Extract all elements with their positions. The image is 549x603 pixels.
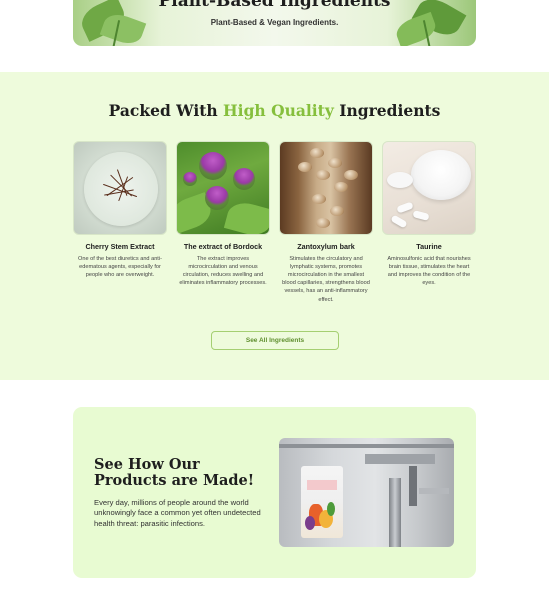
bark-knob bbox=[316, 218, 330, 228]
ingredient-description: One of the best diuretics and anti-edema… bbox=[78, 256, 162, 279]
product-pouch bbox=[301, 466, 343, 538]
dish-shape bbox=[84, 152, 158, 226]
ingredient-card: Taurine Aminosulfonic acid that nourishe… bbox=[382, 141, 476, 287]
bark-knob bbox=[330, 206, 344, 216]
see-all-ingredients-button[interactable]: See All Ingredients bbox=[211, 331, 339, 350]
bark-knob bbox=[344, 170, 358, 180]
leaf-shape bbox=[223, 198, 269, 234]
hero-subtitle: Plant-Based & Vegan Ingredients. bbox=[210, 18, 339, 27]
hero-banner: Plant-Based Ingredients Plant-Based & Ve… bbox=[73, 0, 476, 46]
machine-part bbox=[365, 454, 435, 464]
bark-knob bbox=[298, 162, 312, 172]
ingredient-name: Zantoxylum bark bbox=[297, 242, 355, 251]
heading-text: Packed With bbox=[108, 101, 224, 120]
machine-part bbox=[409, 466, 417, 506]
capsule-shape bbox=[412, 210, 430, 221]
ingredient-card: Zantoxylum bark Stimulates the circulato… bbox=[279, 141, 373, 304]
ingredients-heading: Packed With High Quality Ingredients bbox=[0, 101, 549, 120]
ingredient-description: The extract improves microcirculation an… bbox=[179, 256, 267, 287]
production-line-photo bbox=[279, 438, 454, 547]
cherry-stems-photo bbox=[73, 141, 167, 235]
products-made-card: See How Our Products are Made! Every day… bbox=[73, 407, 476, 578]
capsule-shape bbox=[396, 201, 414, 214]
ingredient-name: Taurine bbox=[416, 242, 442, 251]
flower-shape bbox=[199, 152, 227, 180]
machine-nozzle bbox=[389, 478, 401, 547]
bark-knob bbox=[312, 194, 326, 204]
bowl-shape bbox=[411, 150, 471, 200]
pouch-art bbox=[305, 516, 315, 530]
machine-part bbox=[279, 444, 454, 448]
products-made-text: Every day, millions of people around the… bbox=[94, 498, 261, 528]
ingredient-name: The extract of Bordock bbox=[183, 242, 263, 251]
capsule-shape bbox=[390, 214, 408, 229]
ingredient-card: Cherry Stem Extract One of the best diur… bbox=[73, 141, 167, 279]
products-made-title: See How Our Products are Made! bbox=[94, 456, 255, 490]
flower-shape bbox=[233, 168, 255, 190]
ingredients-section: Packed With High Quality Ingredients Che… bbox=[0, 72, 549, 380]
heading-highlight: High Quality bbox=[223, 101, 334, 120]
flower-shape bbox=[205, 186, 229, 210]
burdock-flower-photo bbox=[176, 141, 270, 235]
ingredient-description: Stimulates the circulatory and lymphatic… bbox=[282, 256, 370, 303]
bark-knob bbox=[328, 158, 342, 168]
hero-title: Plant-Based Ingredients bbox=[158, 0, 391, 11]
bark-knob bbox=[310, 148, 324, 158]
machine-part bbox=[419, 488, 449, 494]
ingredient-name: Cherry Stem Extract bbox=[85, 242, 155, 251]
spoon-shape bbox=[387, 172, 413, 188]
leaf-decoration bbox=[393, 11, 439, 46]
bark-knob bbox=[334, 182, 348, 192]
pouch-art bbox=[327, 502, 335, 516]
pouch-label bbox=[307, 480, 337, 490]
zanthoxylum-bark-photo bbox=[279, 141, 373, 235]
bark-knob bbox=[316, 170, 330, 180]
heading-text: Ingredients bbox=[333, 101, 441, 120]
taurine-powder-photo bbox=[382, 141, 476, 235]
ingredient-description: Aminosulfonic acid that nourishes brain … bbox=[387, 256, 471, 287]
ingredient-card: The extract of Bordock The extract impro… bbox=[176, 141, 270, 287]
flower-shape bbox=[183, 172, 197, 186]
